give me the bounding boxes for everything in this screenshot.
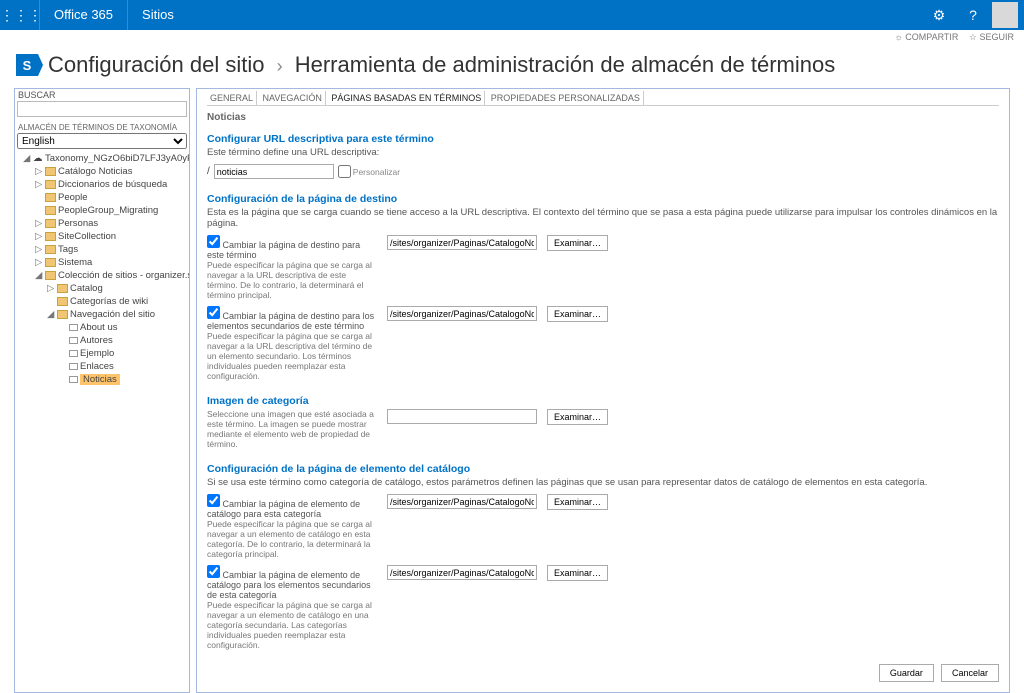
- change-target-checkbox[interactable]: [207, 235, 220, 248]
- term-tree: ◢☁ Taxonomy_NGzO6biD7LFJ3yA0yPO7RA== ▷Ca…: [15, 150, 189, 388]
- term-title: Noticias: [207, 106, 999, 133]
- form-footer: Guardar Cancelar: [207, 664, 999, 682]
- tabs: GENERAL NAVEGACIÓN PÁGINAS BASADAS EN TÉ…: [207, 91, 999, 106]
- tree-item[interactable]: People: [17, 191, 187, 204]
- help-icon[interactable]: ?: [956, 7, 990, 23]
- app-launcher-icon[interactable]: ⋮⋮⋮: [0, 0, 40, 30]
- section-heading: Imagen de categoría: [207, 395, 999, 407]
- tree-item-selected[interactable]: Noticias: [17, 373, 187, 386]
- tree-item[interactable]: ▷Catálogo Noticias: [17, 165, 187, 178]
- target-page-children-input[interactable]: [387, 306, 537, 321]
- tab-term-pages[interactable]: PÁGINAS BASADAS EN TÉRMINOS: [328, 91, 485, 105]
- tree-root[interactable]: ◢☁ Taxonomy_NGzO6biD7LFJ3yA0yPO7RA==: [17, 152, 187, 165]
- change-target-children-checkbox[interactable]: [207, 306, 220, 319]
- url-prefix: /: [207, 166, 210, 177]
- share-button[interactable]: ☼ COMPARTIR: [894, 32, 958, 42]
- section-friendly-url: Configurar URL descriptiva para este tér…: [207, 133, 999, 179]
- browse-button[interactable]: Examinar…: [547, 565, 608, 581]
- tree-item[interactable]: Categorías de wiki: [17, 295, 187, 308]
- top-bar: ⋮⋮⋮ Office 365 Sitios ⚙ ?: [0, 0, 1024, 30]
- target-page-input[interactable]: [387, 235, 537, 250]
- tab-custom-props[interactable]: PROPIEDADES PERSONALIZADAS: [488, 91, 644, 105]
- section-heading: Configuración de la página de destino: [207, 193, 999, 205]
- catalog-item-children-input[interactable]: [387, 565, 537, 580]
- tab-general[interactable]: GENERAL: [207, 91, 257, 105]
- checkbox-label[interactable]: Cambiar la página de elemento de catálog…: [207, 494, 379, 519]
- tree-item[interactable]: About us: [17, 321, 187, 334]
- page-header: S Configuración del sitio › Herramienta …: [0, 48, 1024, 88]
- sites-link[interactable]: Sitios: [128, 0, 188, 30]
- taxonomy-store-label: ALMACÉN DE TÉRMINOS DE TAXONOMÍA: [15, 121, 189, 132]
- friendly-url-input[interactable]: [214, 164, 334, 179]
- browse-button[interactable]: Examinar…: [547, 409, 608, 425]
- checkbox-label[interactable]: Cambiar la página de destino para este t…: [207, 235, 379, 260]
- tree-item[interactable]: ▷Sistema: [17, 256, 187, 269]
- change-catalog-item-checkbox[interactable]: [207, 494, 220, 507]
- tree-item[interactable]: ▷Personas: [17, 217, 187, 230]
- cancel-button[interactable]: Cancelar: [941, 664, 999, 682]
- save-button[interactable]: Guardar: [879, 664, 934, 682]
- section-target-page: Configuración de la página de destino Es…: [207, 193, 999, 381]
- sharepoint-logo-icon: S: [16, 54, 38, 76]
- browse-button[interactable]: Examinar…: [547, 306, 608, 322]
- search-label: BUSCAR: [15, 89, 189, 101]
- section-catalog-item: Configuración de la página de elemento d…: [207, 463, 999, 650]
- avatar[interactable]: [992, 2, 1018, 28]
- left-panel: BUSCAR ALMACÉN DE TÉRMINOS DE TAXONOMÍA …: [14, 88, 190, 693]
- language-select[interactable]: English: [17, 133, 187, 149]
- breadcrumb-separator-icon: ›: [277, 56, 283, 76]
- catalog-item-input[interactable]: [387, 494, 537, 509]
- browse-button[interactable]: Examinar…: [547, 494, 608, 510]
- tree-item[interactable]: ▷SiteCollection: [17, 230, 187, 243]
- search-input[interactable]: [17, 101, 187, 117]
- gear-icon[interactable]: ⚙: [922, 7, 956, 24]
- follow-button[interactable]: ☆ SEGUIR: [969, 32, 1014, 42]
- tree-item[interactable]: Autores: [17, 334, 187, 347]
- tree-item[interactable]: PeopleGroup_Migrating: [17, 204, 187, 217]
- share-bar: ☼ COMPARTIR ☆ SEGUIR: [0, 30, 1024, 48]
- tree-item[interactable]: ▷Tags: [17, 243, 187, 256]
- section-heading: Configuración de la página de elemento d…: [207, 463, 999, 475]
- tree-item[interactable]: ▷Catalog: [17, 282, 187, 295]
- category-image-input[interactable]: [387, 409, 537, 424]
- browse-button[interactable]: Examinar…: [547, 235, 608, 251]
- tree-item[interactable]: ▷Diccionarios de búsqueda: [17, 178, 187, 191]
- customize-checkbox-label[interactable]: Personalizar: [338, 165, 400, 178]
- page-title: Configuración del sitio › Herramienta de…: [48, 52, 835, 78]
- tree-item[interactable]: Enlaces: [17, 360, 187, 373]
- brand-label[interactable]: Office 365: [40, 0, 128, 30]
- section-category-image: Imagen de categoría Seleccione una image…: [207, 395, 999, 449]
- tab-navigation[interactable]: NAVEGACIÓN: [260, 91, 326, 105]
- tree-item[interactable]: ◢Navegación del sitio: [17, 308, 187, 321]
- tree-item[interactable]: ◢Colección de sitios - organizer.sharepo…: [17, 269, 187, 282]
- customize-checkbox[interactable]: [338, 165, 351, 178]
- checkbox-label[interactable]: Cambiar la página de elemento de catálog…: [207, 565, 379, 600]
- section-heading: Configurar URL descriptiva para este tér…: [207, 133, 999, 145]
- main-panel: GENERAL NAVEGACIÓN PÁGINAS BASADAS EN TÉ…: [196, 88, 1010, 693]
- checkbox-label[interactable]: Cambiar la página de destino para los el…: [207, 306, 379, 331]
- tree-item[interactable]: Ejemplo: [17, 347, 187, 360]
